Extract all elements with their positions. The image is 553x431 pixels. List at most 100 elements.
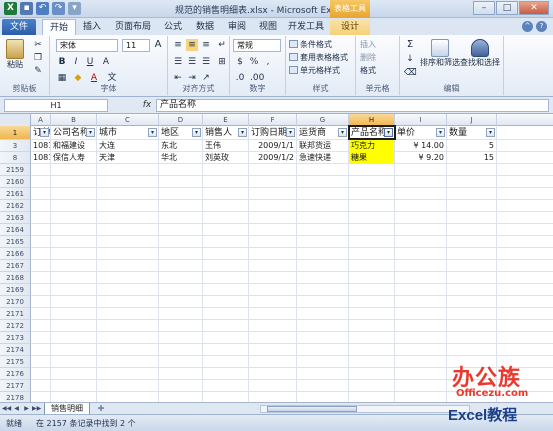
row-header[interactable]: 2173 [0,332,31,344]
header-cell[interactable]: 销售人 ▾ [203,126,249,139]
empty-cell[interactable] [159,188,203,199]
empty-cell[interactable] [159,380,203,391]
empty-cell[interactable] [203,284,249,295]
next-sheet-icon[interactable]: ▶ [22,404,31,414]
font-size-select[interactable]: 11 [122,39,150,52]
empty-cell[interactable] [97,164,159,175]
conditional-format-button[interactable]: 条件格式 [289,39,332,50]
empty-cell[interactable] [31,368,51,379]
filter-dropdown-icon[interactable]: ▾ [238,128,247,137]
align-left-icon[interactable]: ☰ [172,56,184,68]
empty-cell[interactable] [97,344,159,355]
filter-dropdown-icon[interactable]: ▾ [192,128,201,137]
align-top-icon[interactable]: ≡ [172,39,184,51]
empty-cell[interactable] [51,356,97,367]
empty-cell[interactable] [51,164,97,175]
empty-cell[interactable] [349,176,395,187]
horizontal-scrollbar[interactable] [260,405,470,413]
empty-cell[interactable] [159,224,203,235]
merge-cells-icon[interactable]: ⊞ [216,56,228,68]
ribbon-minimize-icon[interactable]: ^ [522,21,533,32]
empty-cell[interactable] [297,308,349,319]
column-header-c[interactable]: C [97,114,159,126]
empty-cell[interactable] [249,356,297,367]
empty-cell[interactable] [447,164,497,175]
empty-cell[interactable] [349,368,395,379]
empty-cell[interactable] [51,368,97,379]
row-header[interactable]: 2161 [0,188,31,200]
empty-cell[interactable] [203,248,249,259]
empty-cell[interactable] [31,320,51,331]
empty-cell[interactable] [297,272,349,283]
clear-icon[interactable]: ⌫ [404,67,417,79]
percent-icon[interactable]: % [248,56,260,68]
empty-cell[interactable] [349,392,395,402]
header-cell[interactable]: 单价 ▾ [395,126,447,139]
empty-cell[interactable] [297,368,349,379]
fill-icon[interactable]: ↓ [404,53,416,65]
table-cell[interactable]: 东北 [159,140,203,151]
column-header-e[interactable]: E [203,114,249,126]
empty-cell[interactable] [249,272,297,283]
empty-cell[interactable] [447,224,497,235]
empty-cell[interactable] [97,188,159,199]
empty-cell[interactable] [97,308,159,319]
empty-cell[interactable] [297,164,349,175]
empty-cell[interactable] [395,332,447,343]
empty-cell[interactable] [31,272,51,283]
empty-cell[interactable] [159,296,203,307]
row-header[interactable]: 2172 [0,320,31,332]
empty-cell[interactable] [51,332,97,343]
align-middle-icon[interactable]: ≡ [186,39,198,51]
empty-cell[interactable] [349,212,395,223]
align-center-icon[interactable]: ☰ [186,56,198,68]
table-cell[interactable]: 糖果 [349,152,395,163]
empty-cell[interactable] [51,380,97,391]
row-header[interactable]: 1 [0,126,31,140]
empty-cell[interactable] [297,236,349,247]
empty-cell[interactable] [51,212,97,223]
empty-cell[interactable] [51,284,97,295]
filter-dropdown-icon[interactable]: ▾ [338,128,347,137]
row-header[interactable]: 2174 [0,344,31,356]
empty-cell[interactable] [31,308,51,319]
empty-cell[interactable] [203,164,249,175]
table-cell[interactable]: ¥ 9.20 [395,152,447,163]
empty-cell[interactable] [349,200,395,211]
find-select-button[interactable]: 查找和选择 [460,39,500,68]
row-header[interactable]: 2162 [0,200,31,212]
empty-cell[interactable] [97,176,159,187]
empty-cell[interactable] [97,224,159,235]
table-cell[interactable]: ¥ 14.00 [395,140,447,151]
empty-cell[interactable] [249,260,297,271]
empty-cell[interactable] [31,284,51,295]
row-header[interactable]: 2165 [0,236,31,248]
empty-cell[interactable] [349,224,395,235]
filter-dropdown-icon[interactable]: ▾ [40,128,49,137]
empty-cell[interactable] [97,380,159,391]
empty-cell[interactable] [349,164,395,175]
empty-cell[interactable] [349,236,395,247]
close-button[interactable]: ✕ [519,1,549,15]
empty-cell[interactable] [395,176,447,187]
filter-dropdown-icon[interactable]: ▾ [486,128,495,137]
empty-cell[interactable] [31,176,51,187]
insert-function-icon[interactable]: fx [140,99,154,112]
empty-cell[interactable] [159,308,203,319]
empty-cell[interactable] [447,176,497,187]
header-cell[interactable]: 城市 ▾ [97,126,159,139]
empty-cell[interactable] [97,272,159,283]
empty-cell[interactable] [97,392,159,402]
undo-icon[interactable]: ↶ [36,2,49,15]
empty-cell[interactable] [97,332,159,343]
empty-cell[interactable] [447,332,497,343]
empty-cell[interactable] [159,200,203,211]
header-cell[interactable]: 订购日期 ▾ [249,126,297,139]
empty-cell[interactable] [297,356,349,367]
shrink-font-icon[interactable]: A [100,56,112,68]
empty-cell[interactable] [97,236,159,247]
row-header[interactable]: 2168 [0,272,31,284]
empty-cell[interactable] [203,356,249,367]
tab-insert[interactable]: 插入 [78,19,106,35]
header-cell[interactable]: 订单ID▾ [31,126,51,139]
